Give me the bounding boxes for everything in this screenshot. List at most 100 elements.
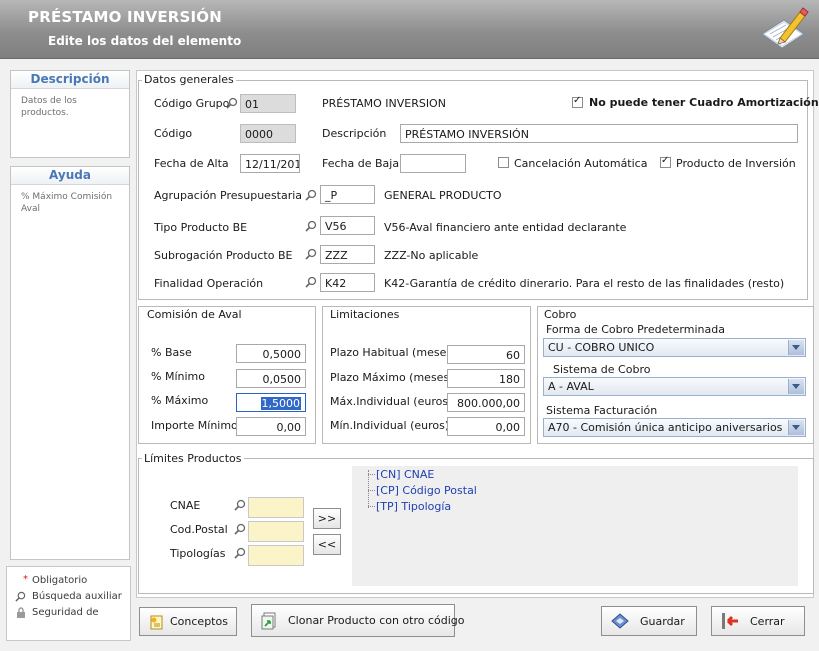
search-icon[interactable] — [234, 499, 246, 511]
producto-inversion-label: Producto de Inversión — [676, 157, 796, 170]
search-icon[interactable] — [234, 547, 246, 559]
comision-aval-legend: Comisión de Aval — [145, 308, 244, 321]
codigo-grupo-label: Código Grupo — [154, 97, 230, 110]
plazo-habitual-label: Plazo Habitual (meses) — [330, 346, 457, 359]
required-asterisk-icon: * — [23, 574, 28, 585]
fecha-alta-input[interactable]: 12/11/2010 — [240, 154, 300, 173]
limitaciones-legend: Limitaciones — [328, 308, 402, 321]
codpostal-input[interactable] — [248, 521, 304, 542]
cnae-input[interactable] — [248, 497, 304, 518]
remove-limit-button[interactable]: << — [313, 534, 341, 555]
clone-document-icon — [261, 612, 276, 630]
search-icon[interactable] — [305, 189, 317, 201]
tipo-producto-input[interactable]: V56 — [320, 216, 375, 235]
cnae-label: CNAE — [170, 499, 201, 512]
search-icon[interactable] — [305, 220, 317, 232]
minimo-input[interactable]: 0,0500 — [236, 369, 306, 388]
guardar-button[interactable]: Guardar — [601, 606, 697, 636]
facturacion-select[interactable]: A70 - Comisión única anticipo aniversari… — [543, 418, 806, 437]
min-individual-input[interactable]: 0,00 — [447, 417, 525, 436]
max-individual-label: Máx.Individual (euros) — [330, 395, 453, 408]
limites-tree: [CN] CNAE [CP] Código Postal [TP] Tipolo… — [352, 466, 798, 586]
importe-minimo-input[interactable]: 0,00 — [236, 417, 306, 436]
tree-item-codigo-postal[interactable]: [CP] Código Postal — [376, 484, 477, 497]
search-icon — [15, 591, 26, 602]
agrupacion-desc: GENERAL PRODUCTO — [384, 189, 502, 202]
datos-generales-legend: Datos generales — [142, 73, 236, 86]
header-bar: PRÉSTAMO INVERSIÓN Edite los datos del e… — [0, 0, 819, 59]
plazo-maximo-input[interactable]: 180 — [447, 369, 525, 388]
clonar-producto-button[interactable]: Clonar Producto con otro código — [251, 604, 465, 637]
save-disk-icon — [611, 613, 629, 629]
cancelacion-checkbox[interactable] — [498, 157, 509, 168]
search-icon[interactable] — [305, 248, 317, 260]
search-icon[interactable] — [234, 523, 246, 535]
maximo-input[interactable]: 1,5000 — [236, 393, 306, 412]
facturacion-label: Sistema Facturación — [546, 404, 658, 417]
guardar-label: Guardar — [640, 615, 685, 628]
descripcion-input[interactable]: PRÉSTAMO INVERSIÓN — [400, 124, 798, 143]
obligatorio-label: Obligatorio — [32, 575, 88, 586]
subrogacion-label: Subrogación Producto BE — [154, 249, 293, 262]
base-input[interactable]: 0,5000 — [236, 344, 306, 363]
descripcion-label: Descripción — [322, 127, 387, 140]
sistema-cobro-select[interactable]: A - AVAL — [543, 377, 806, 396]
tree-connector — [368, 474, 375, 475]
seguridad-label: Seguridad de — [32, 607, 99, 618]
codigo-grupo-input[interactable]: 01 — [240, 94, 296, 113]
lock-icon — [17, 607, 25, 618]
min-individual-label: Mín.Individual (euros) — [330, 419, 450, 432]
plazo-maximo-label: Plazo Máximo (meses) — [330, 371, 454, 384]
chevron-down-icon[interactable] — [788, 420, 804, 435]
tipo-producto-label: Tipo Producto BE — [154, 221, 248, 234]
codigo-input[interactable]: 0000 — [240, 124, 296, 143]
descripcion-panel: Descripción Datos de los productos. — [10, 70, 130, 158]
no-cuadro-checkbox[interactable] — [572, 95, 583, 108]
tree-connector — [368, 490, 375, 491]
maximo-input-value: 1,5000 — [260, 397, 301, 410]
finalidad-label: Finalidad Operación — [154, 277, 264, 290]
fecha-baja-label: Fecha de Baja — [322, 157, 400, 170]
cancelacion-label: Cancelación Automática — [514, 157, 648, 170]
ayuda-title: Ayuda — [11, 167, 129, 185]
page-subtitle: Edite los datos del elemento — [48, 34, 242, 48]
chevron-down-icon[interactable] — [788, 379, 804, 394]
forma-cobro-select[interactable]: CU - COBRO UNICO — [543, 338, 806, 357]
search-icon[interactable] — [226, 97, 238, 109]
tree-item-tipologia[interactable]: [TP] Tipología — [376, 500, 451, 513]
conceptos-button[interactable]: Conceptos — [139, 607, 237, 636]
maximo-label: % Máximo — [151, 394, 209, 407]
clonar-producto-label: Clonar Producto con otro código — [288, 614, 465, 627]
edit-pencil-icon — [761, 7, 809, 49]
cerrar-button[interactable]: Cerrar — [711, 606, 805, 636]
add-limit-button[interactable]: >> — [313, 508, 341, 529]
ayuda-panel: Ayuda % Máximo Comisión Aval — [10, 166, 130, 560]
agrupacion-input[interactable]: _P — [320, 185, 375, 204]
subrogacion-input[interactable]: ZZZ — [320, 245, 375, 264]
exit-door-icon — [722, 613, 738, 629]
concepts-note-icon — [150, 615, 163, 630]
producto-inversion-checkbox[interactable] — [660, 155, 671, 168]
forma-cobro-label: Forma de Cobro Predeterminada — [546, 323, 725, 336]
plazo-habitual-input[interactable]: 60 — [447, 345, 525, 364]
cobro-legend: Cobro — [542, 308, 579, 321]
tipologias-input[interactable] — [248, 545, 304, 566]
busqueda-label: Búsqueda auxiliar — [32, 591, 122, 602]
tree-item-cnae[interactable]: [CN] CNAE — [376, 468, 434, 481]
chevron-down-icon[interactable] — [788, 340, 804, 355]
fecha-baja-input[interactable] — [400, 154, 466, 173]
codigo-label: Código — [154, 127, 193, 140]
descripcion-text: Datos de los productos. — [21, 96, 77, 118]
tipo-producto-desc: V56-Aval financiero ante entidad declara… — [384, 221, 627, 234]
conceptos-label: Conceptos — [170, 615, 228, 628]
importe-minimo-label: Importe Mínimo — [151, 419, 238, 432]
tree-connector — [368, 506, 375, 507]
tipologias-label: Tipologías — [170, 547, 226, 560]
finalidad-input[interactable]: K42 — [320, 273, 375, 292]
sistema-cobro-value: A - AVAL — [548, 380, 594, 393]
limites-productos-legend: Límites Productos — [142, 452, 244, 465]
base-label: % Base — [151, 346, 192, 359]
max-individual-input[interactable]: 800.000,00 — [447, 393, 525, 412]
search-icon[interactable] — [305, 276, 317, 288]
cerrar-label: Cerrar — [750, 615, 785, 628]
